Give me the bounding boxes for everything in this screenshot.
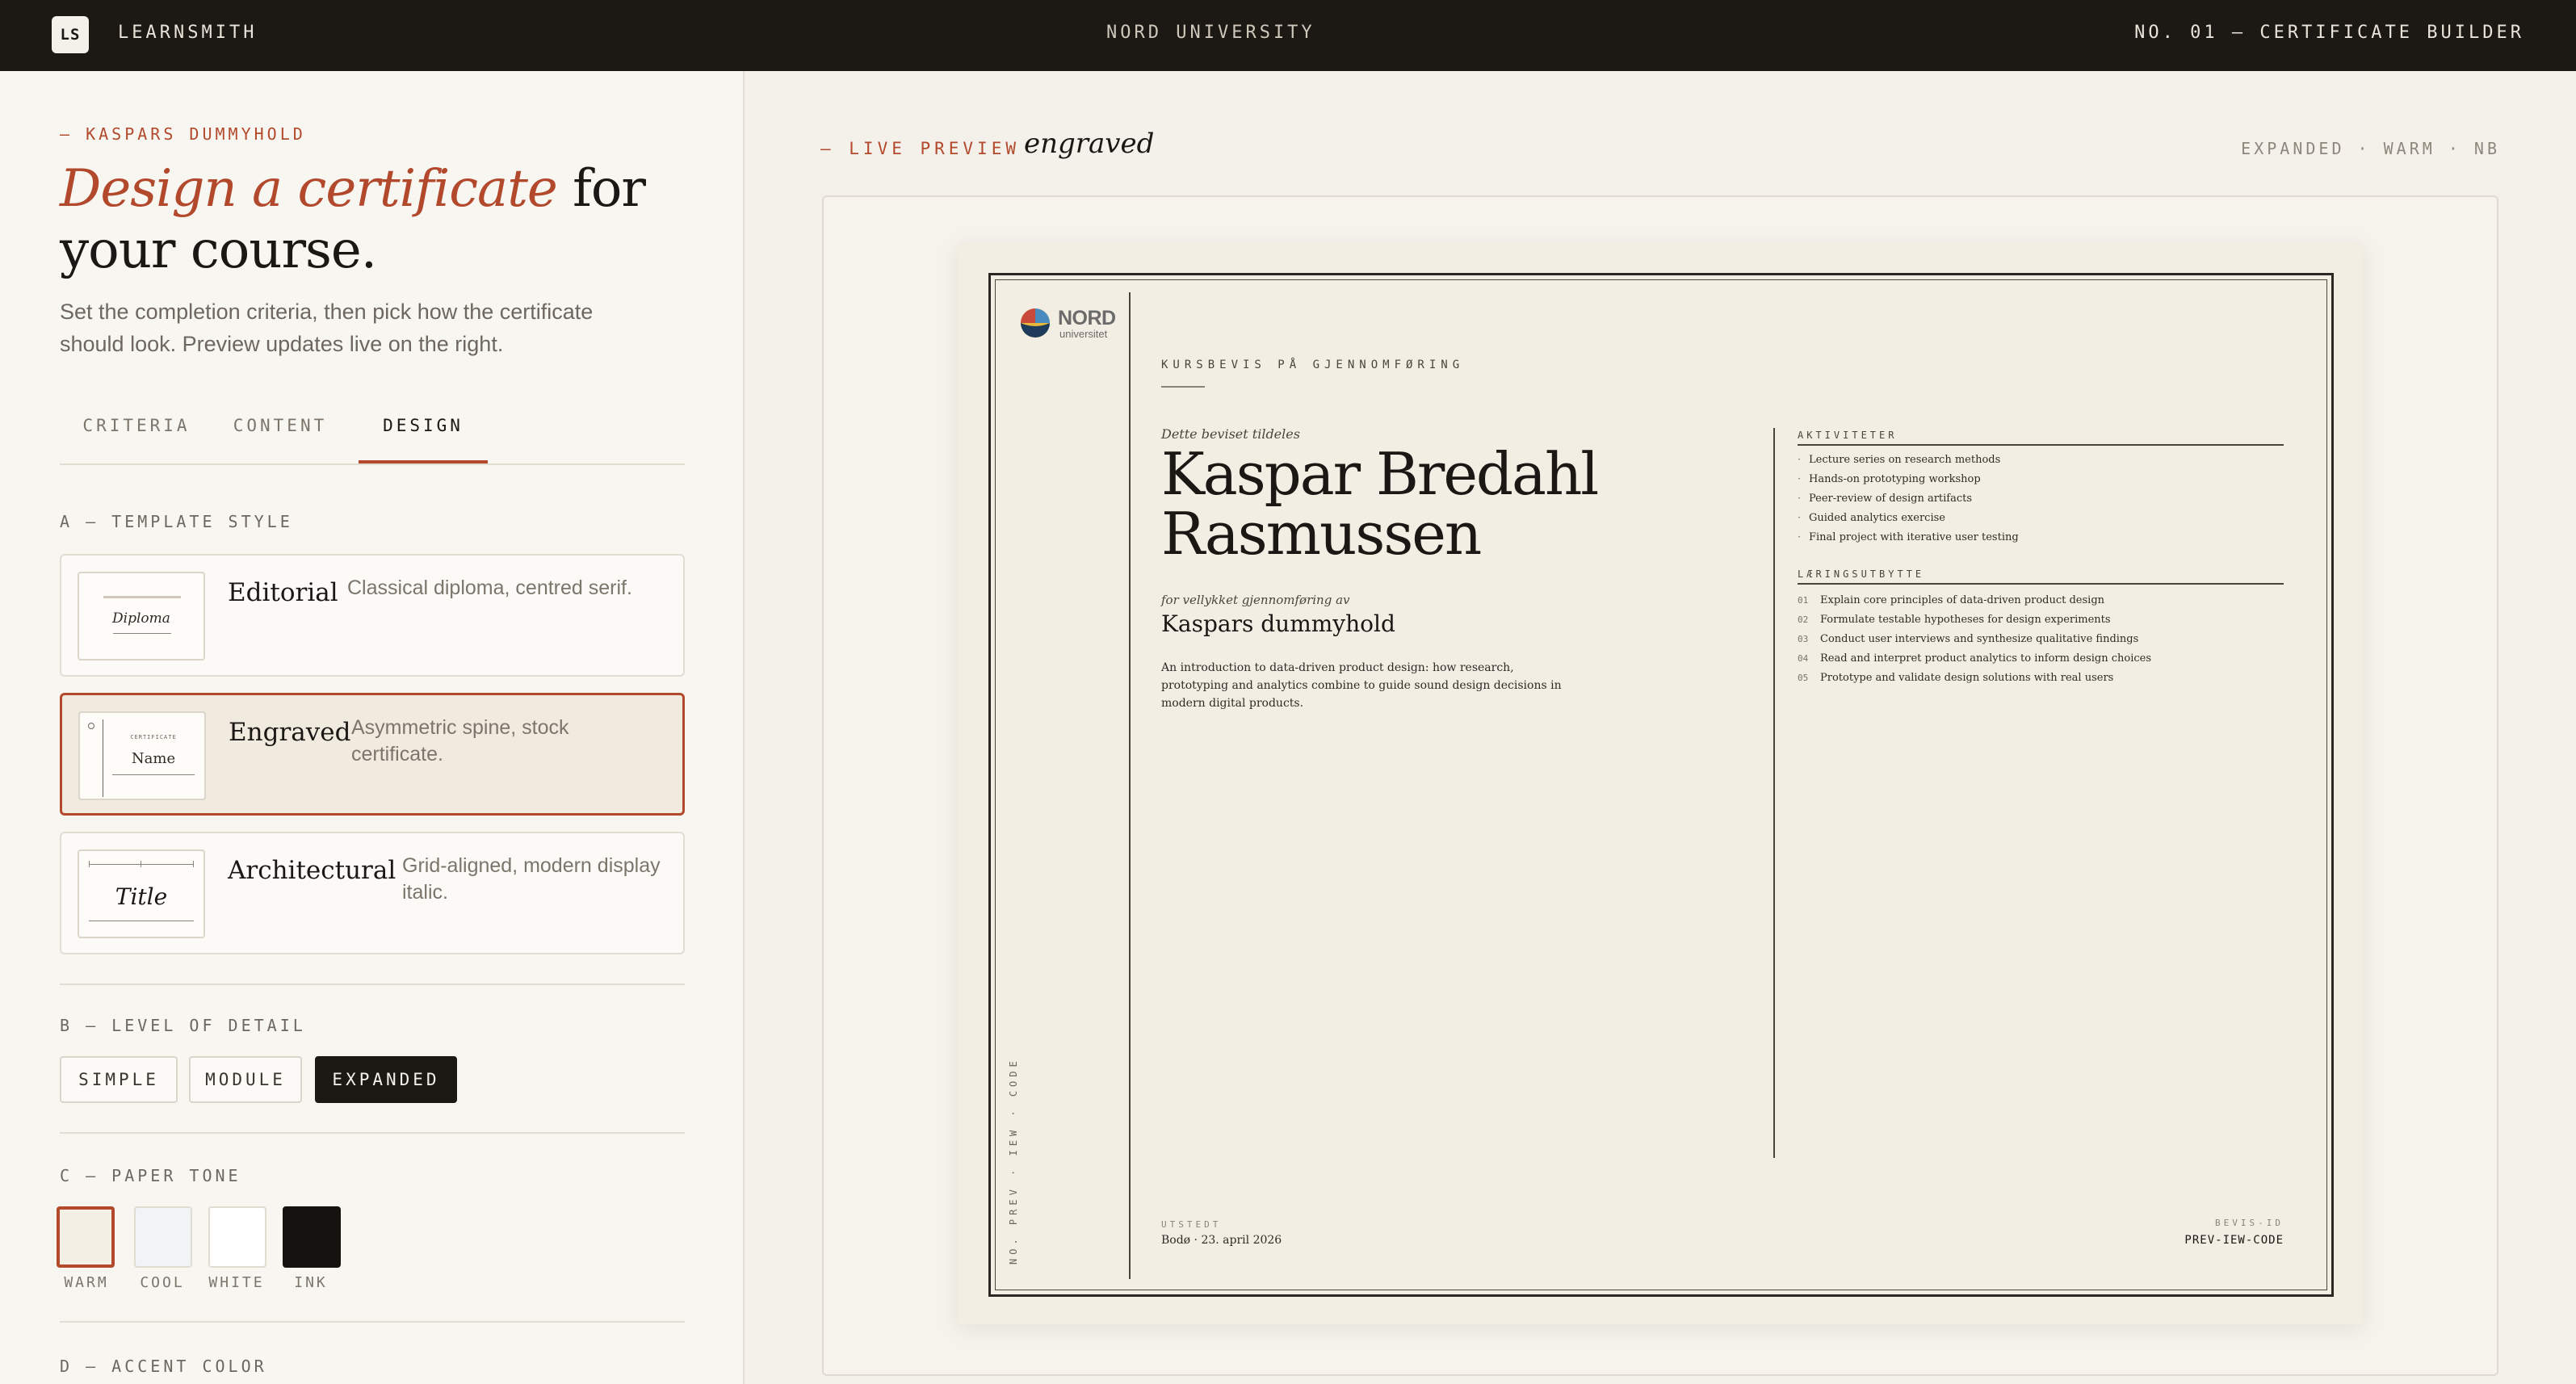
- detail-expanded-button[interactable]: EXPANDED: [315, 1056, 457, 1103]
- course-name: Kaspars dummyhold: [1161, 610, 1395, 637]
- outcomes-rule: [1798, 583, 2284, 585]
- page-context: NO. 01 — CERTIFICATE BUILDER: [2134, 23, 2524, 43]
- activity-item: · Final project with iterative user testi…: [1798, 531, 2019, 543]
- template-option-editorial[interactable]: Diploma Editorial Classical diploma, cen…: [60, 554, 685, 677]
- page-subtitle: Set the completion criteria, then pick h…: [60, 300, 594, 356]
- activity-item: · Peer-review of design artifacts: [1798, 493, 1973, 505]
- tone-swatch-white[interactable]: [208, 1206, 266, 1268]
- outcome-item: 03 Conduct user interviews and synthesize…: [1798, 633, 2139, 645]
- template-name: Editorial: [228, 578, 338, 607]
- issued-place-date: Bodø · 23. april 2026: [1161, 1234, 1282, 1247]
- top-bar: LS LEARNSMITH NORD UNIVERSITY NO. 01 — C…: [0, 0, 2576, 71]
- tone-label-ink: INK: [294, 1274, 328, 1291]
- nord-logo-subtext: universitet: [1059, 328, 1108, 340]
- tone-label-warm: WARM: [64, 1274, 109, 1291]
- architectural-thumbnail: Title: [78, 849, 205, 938]
- editorial-thumb-text: Diploma: [112, 610, 170, 627]
- outcome-item: 02 Formulate testable hypotheses for desi…: [1798, 614, 2111, 626]
- tone-swatch-warm[interactable]: [57, 1206, 115, 1268]
- detail-module-button[interactable]: MODULE: [189, 1056, 302, 1103]
- template-option-engraved[interactable]: CERTIFICATE Name Engraved Asymmetric spi…: [60, 693, 685, 816]
- architectural-thumb-text: Title: [115, 883, 168, 910]
- brand-name: LEARNSMITH: [118, 23, 258, 43]
- accent-color-label: D — ACCENT COLOR: [60, 1357, 267, 1376]
- completion-label: for vellykket gjennomføring av: [1161, 593, 1350, 607]
- certificate-spine: [1129, 292, 1131, 1279]
- outcomes-heading: LÆRINGSUTBYTTE: [1798, 568, 1925, 580]
- preview-template-name: engraved: [1024, 128, 1155, 160]
- outcome-item: 05 Prototype and validate design solution…: [1798, 672, 2114, 684]
- activity-item: · Hands-on prototyping workshop: [1798, 473, 1981, 485]
- tone-label-cool: COOL: [140, 1274, 185, 1291]
- tab-bar: CRITERIA CONTENT DESIGN: [60, 396, 685, 465]
- template-name: Engraved: [229, 718, 351, 747]
- page-title-emphasis: Design a certificate: [60, 159, 558, 219]
- engraved-thumb-text: Name: [131, 750, 176, 767]
- activity-item: · Guided analytics exercise: [1798, 512, 1945, 524]
- issued-label: UTSTEDT: [1161, 1219, 1222, 1230]
- certificate-column-divider: [1773, 428, 1775, 1158]
- app-logo[interactable]: LS: [52, 16, 89, 53]
- outcome-item: 04 Read and interpret product analytics t…: [1798, 652, 2152, 665]
- institution-name: NORD UNIVERSITY: [1106, 23, 1315, 43]
- paper-tone-label: C — PAPER TONE: [60, 1166, 241, 1185]
- engraved-thumb-small: CERTIFICATE: [130, 734, 177, 740]
- level-of-detail-label: B — LEVEL OF DETAIL: [60, 1016, 306, 1035]
- section-divider: [60, 983, 685, 985]
- tone-swatch-ink[interactable]: [283, 1206, 341, 1268]
- template-option-architectural[interactable]: Title Architectural Grid-aligned, modern…: [60, 832, 685, 954]
- course-description: An introduction to data-driven product d…: [1161, 661, 1562, 710]
- tab-content[interactable]: CONTENT: [213, 412, 347, 463]
- editorial-thumbnail: Diploma: [78, 572, 205, 661]
- preview-settings-summary: EXPANDED · WARM · NB: [2241, 139, 2500, 158]
- outcome-item: 01 Explain core principles of data-driven…: [1798, 594, 2105, 606]
- recipient-name: Kaspar Bredahl Rasmussen: [1161, 440, 1599, 568]
- spine-code-text: NO. PREV · IEW · CODE: [1008, 1057, 1019, 1264]
- detail-simple-button[interactable]: SIMPLE: [60, 1056, 178, 1103]
- activities-heading: AKTIVITETER: [1798, 430, 1898, 441]
- nord-logo-text: NORD: [1058, 307, 1116, 329]
- section-divider: [60, 1132, 685, 1134]
- template-style-label: A — TEMPLATE STYLE: [60, 512, 293, 531]
- certificate-id-label: BEVIS-ID: [2215, 1218, 2284, 1228]
- tab-design[interactable]: DESIGN: [359, 412, 488, 463]
- course-eyebrow: — KASPARS DUMMYHOLD: [60, 124, 306, 144]
- section-divider: [60, 1321, 685, 1323]
- engraved-thumbnail: CERTIFICATE Name: [78, 711, 206, 800]
- certificate-id: PREV-IEW-CODE: [2184, 1234, 2284, 1247]
- template-desc: Grid-aligned, modern display italic.: [402, 854, 661, 904]
- template-name: Architectural: [228, 856, 396, 885]
- tab-criteria[interactable]: CRITERIA: [60, 412, 213, 463]
- page-title: Design a certificate for your course.: [60, 158, 706, 281]
- certificate-eyebrow: KURSBEVIS PÅ GJENNOMFØRING: [1161, 359, 1465, 371]
- template-desc: Classical diploma, centred serif.: [347, 577, 632, 599]
- activities-rule: [1798, 444, 2284, 446]
- tone-swatch-cool[interactable]: [134, 1206, 192, 1268]
- certificate-eyebrow-rule: [1161, 386, 1205, 388]
- activity-item: · Lecture series on research methods: [1798, 454, 2001, 466]
- sidebar: — KASPARS DUMMYHOLD Design a certificate…: [0, 71, 745, 1384]
- template-desc: Asymmetric spine, stock certificate.: [351, 716, 569, 765]
- tone-label-white: WHITE: [208, 1274, 265, 1291]
- live-preview-label: — LIVE PREVIEW: [820, 139, 1021, 158]
